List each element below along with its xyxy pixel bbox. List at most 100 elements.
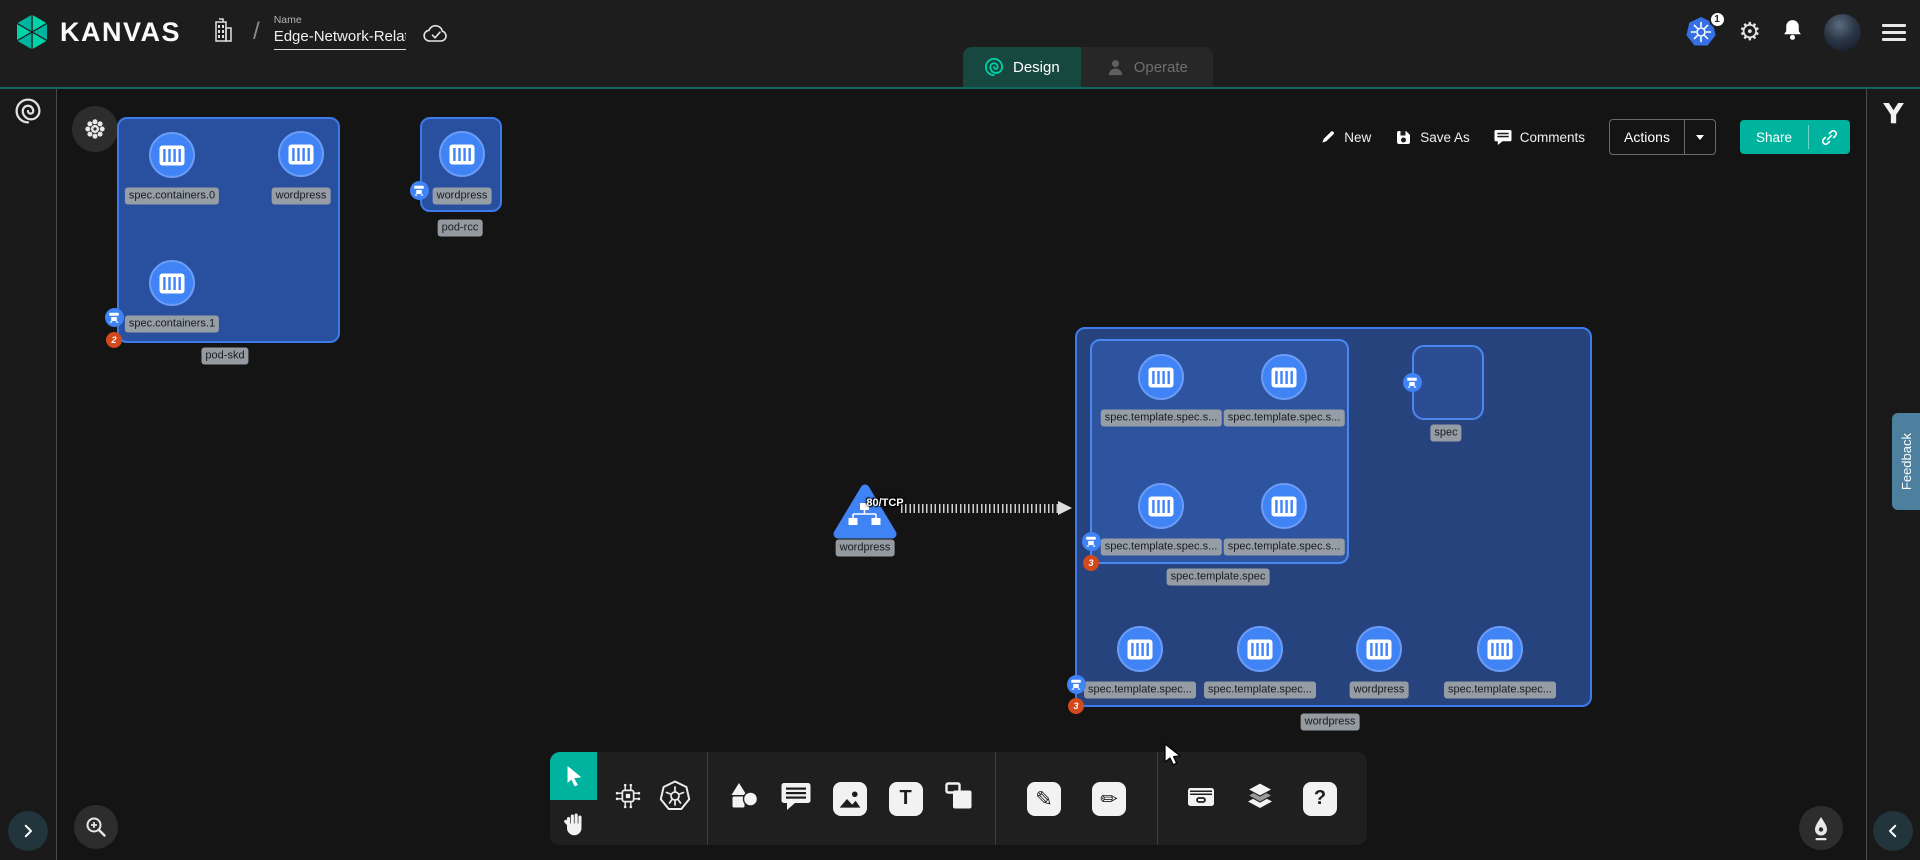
container-node[interactable]: [1117, 626, 1163, 672]
save-as-button[interactable]: Save As: [1395, 129, 1470, 146]
image-icon: [837, 786, 863, 812]
node-label: spec.template.spec...: [1084, 682, 1196, 699]
service-edge[interactable]: [901, 504, 1059, 513]
hamburger-menu-icon[interactable]: [1882, 24, 1906, 41]
cloud-saved-icon: [422, 23, 450, 50]
node-label: spec.template.spec.s...: [1101, 539, 1222, 556]
kubernetes-wheel-icon: [659, 780, 691, 812]
expand-left-panel-button[interactable]: [8, 811, 48, 851]
components-tool-button[interactable]: [613, 781, 643, 816]
workspace-icon[interactable]: [211, 16, 235, 49]
relationship-badge[interactable]: [1403, 373, 1422, 392]
text-tool-button[interactable]: T: [889, 782, 923, 816]
logo-text: KANVAS: [60, 17, 181, 48]
circuit-icon: [613, 781, 643, 811]
relationship-badge[interactable]: [105, 308, 124, 327]
kanvas-logo[interactable]: KANVAS: [13, 13, 181, 51]
group-spec-template-spec[interactable]: spec.template.spec.s... spec.template.sp…: [1090, 339, 1349, 564]
kubernetes-tool-button[interactable]: [659, 780, 691, 817]
freehand-draw-tool-button[interactable]: ✏: [1092, 782, 1126, 816]
actions-label: Actions: [1610, 129, 1684, 145]
container-node[interactable]: [1138, 354, 1184, 400]
spec-node[interactable]: [1412, 345, 1484, 420]
new-button[interactable]: New: [1320, 129, 1371, 145]
rack-icon: [413, 185, 425, 196]
group-deployment[interactable]: spec.template.spec.s... spec.template.sp…: [1075, 327, 1592, 707]
tab-design-label: Design: [1013, 59, 1060, 76]
save-as-label: Save As: [1420, 130, 1470, 145]
share-label: Share: [1740, 130, 1808, 145]
design-spiral-icon: [984, 57, 1004, 77]
kubernetes-context-button[interactable]: 1: [1684, 16, 1718, 48]
link-icon: [1821, 129, 1838, 146]
container-node[interactable]: [149, 132, 195, 178]
node-label: spec: [1430, 425, 1461, 442]
error-count-badge[interactable]: 3: [1083, 555, 1099, 571]
share-button[interactable]: Share: [1740, 120, 1850, 154]
group-label: spec.template.spec: [1167, 569, 1270, 586]
container-node[interactable]: [1477, 626, 1523, 672]
container-node[interactable]: [439, 131, 485, 177]
node-label: spec.containers.1: [125, 316, 219, 333]
error-count-badge[interactable]: 2: [106, 332, 122, 348]
container-icon: [1247, 639, 1273, 660]
y-panel-toggle[interactable]: Y: [1867, 97, 1920, 130]
draw-edge-tool-button[interactable]: ✎: [1027, 782, 1061, 816]
design-canvas[interactable]: New Save As Comments Actions: [58, 89, 1866, 860]
zoom-button[interactable]: [74, 805, 118, 849]
design-name-input[interactable]: Edge-Network-Relatio: [274, 28, 406, 50]
shapes-tool-button[interactable]: [729, 782, 759, 815]
design-name-field[interactable]: Name Edge-Network-Relatio: [274, 14, 406, 50]
canvas-config-button[interactable]: [72, 106, 118, 152]
design-action-bar: New Save As Comments Actions: [1320, 119, 1850, 155]
container-node[interactable]: [1261, 483, 1307, 529]
pencil-icon: [1320, 129, 1336, 145]
settings-gear-icon[interactable]: ⚙: [1739, 20, 1761, 45]
image-tool-button[interactable]: [833, 782, 867, 816]
relationship-badge[interactable]: [1082, 532, 1101, 551]
container-node[interactable]: [1261, 354, 1307, 400]
expand-right-panel-button[interactable]: [1873, 811, 1913, 851]
bring-forward-tool-button[interactable]: [944, 781, 974, 816]
pen-path-icon: ✎: [1035, 787, 1053, 811]
tab-operate[interactable]: Operate: [1081, 47, 1213, 87]
caret-down-icon: [1696, 135, 1704, 140]
container-node[interactable]: [149, 260, 195, 306]
notifications-bell-icon[interactable]: [1782, 18, 1803, 46]
relationship-badge[interactable]: [1067, 675, 1086, 694]
select-tool-button[interactable]: [550, 752, 597, 800]
service-node[interactable]: [833, 483, 897, 541]
container-node[interactable]: [1237, 626, 1283, 672]
actions-button[interactable]: Actions: [1609, 119, 1716, 155]
layers-tool-button[interactable]: [1244, 781, 1276, 816]
container-icon: [1127, 639, 1153, 660]
container-node[interactable]: [1356, 626, 1402, 672]
help-tool-button[interactable]: ?: [1303, 782, 1337, 816]
comments-button[interactable]: Comments: [1494, 129, 1585, 146]
comment-tool-button[interactable]: [780, 781, 812, 816]
user-avatar[interactable]: [1824, 14, 1861, 51]
container-node[interactable]: [278, 131, 324, 177]
tab-operate-label: Operate: [1134, 59, 1188, 76]
group-pod-skd[interactable]: spec.containers.0 wordpress spec.contain…: [117, 117, 340, 343]
error-count-badge[interactable]: 3: [1068, 698, 1084, 714]
edge-port-label: 80/TCP: [866, 497, 903, 509]
relationship-badge[interactable]: [410, 181, 429, 200]
feedback-tab[interactable]: Feedback: [1892, 413, 1920, 510]
cursor-arrow-icon: [562, 763, 586, 789]
pan-tool-button[interactable]: [550, 800, 597, 845]
node-label: spec.template.spec.s...: [1224, 539, 1345, 556]
app-header: KANVAS / Name Edge-Network-Relatio: [0, 0, 1920, 89]
copy-link-button[interactable]: [1809, 129, 1850, 146]
group-label: wordpress: [1301, 714, 1360, 731]
tab-design[interactable]: Design: [963, 47, 1081, 87]
annotation-pen-button[interactable]: [1799, 806, 1843, 850]
container-icon: [159, 273, 185, 294]
pen-nib-icon: [1809, 815, 1833, 841]
container-node[interactable]: [1138, 483, 1184, 529]
actions-dropdown-toggle[interactable]: [1685, 135, 1715, 140]
layers-icon: [1244, 781, 1276, 811]
drawer-tool-button[interactable]: [1185, 782, 1217, 815]
rack-icon: [1085, 536, 1097, 547]
group-pod-rcc[interactable]: wordpress: [420, 117, 502, 212]
